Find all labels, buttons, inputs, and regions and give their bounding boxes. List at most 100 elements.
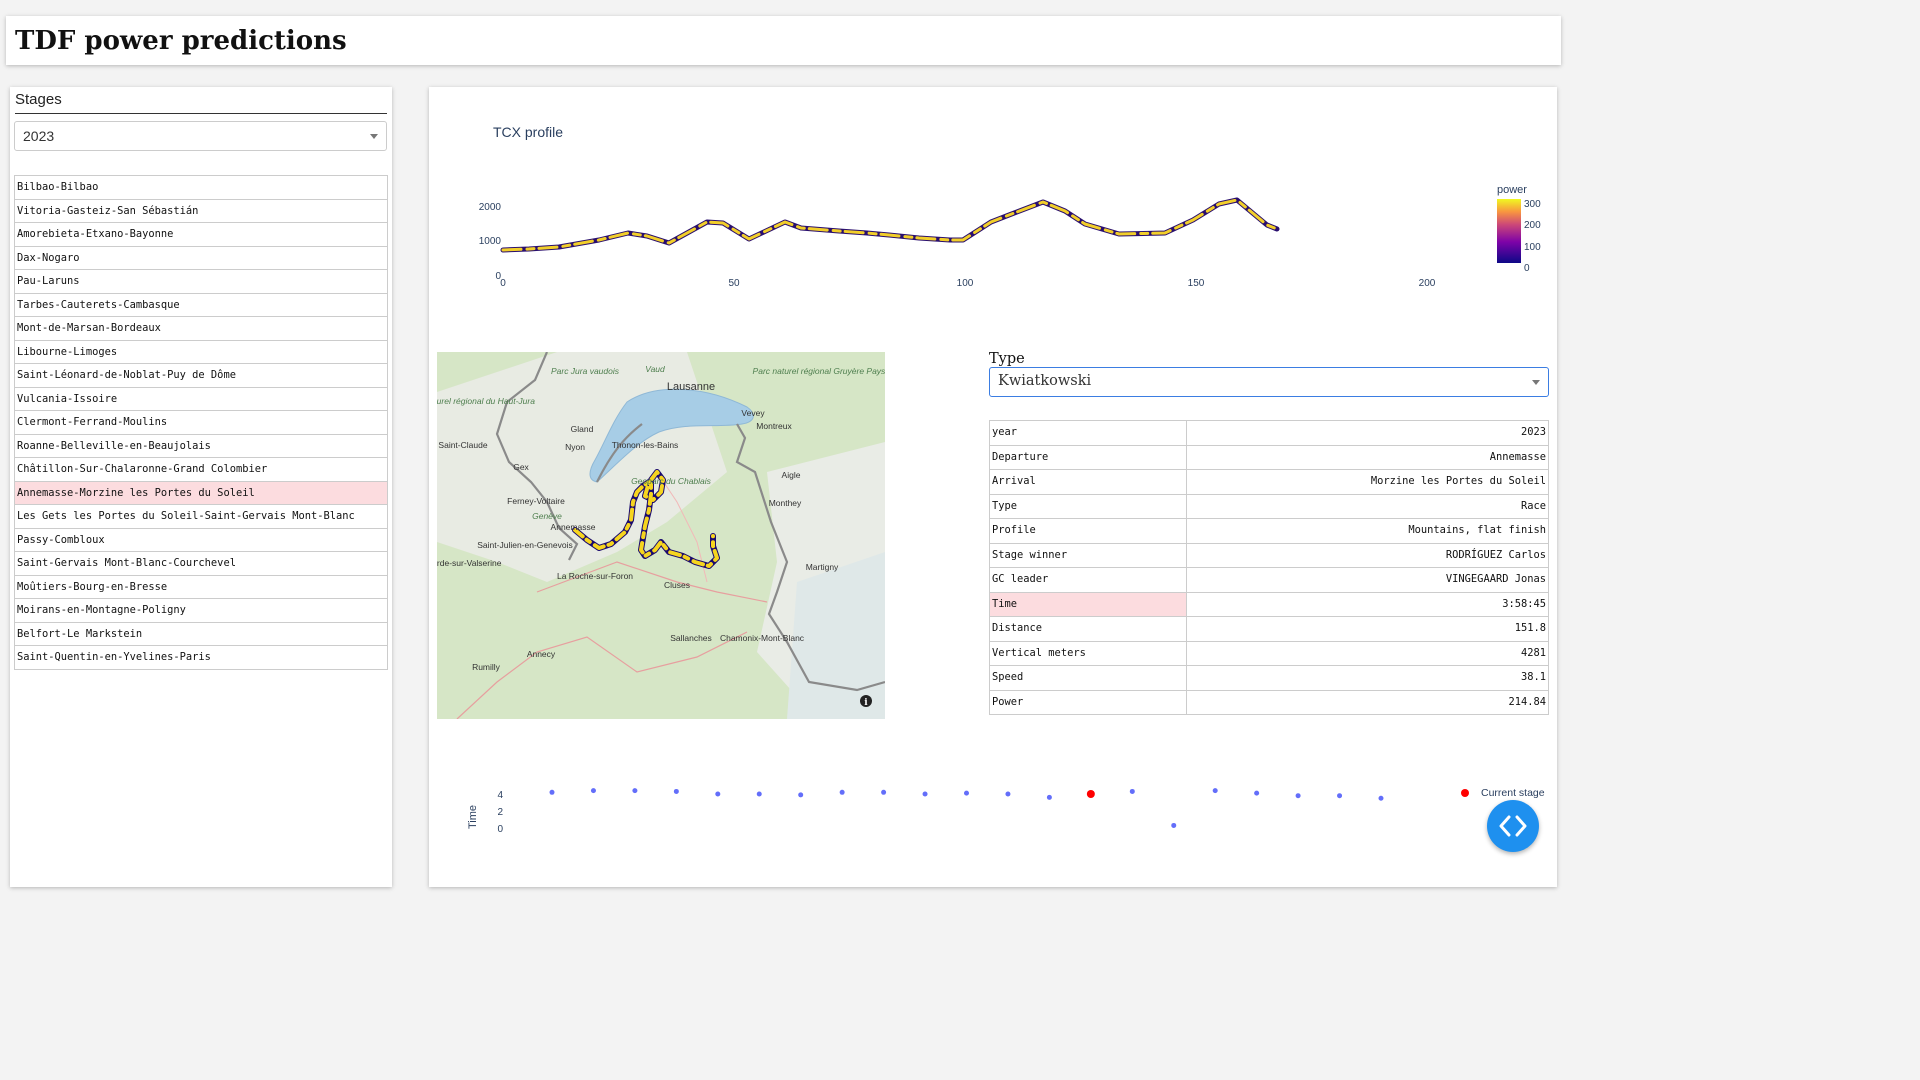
details-row: year 2023	[990, 421, 1548, 446]
chevron-down-icon	[370, 134, 378, 139]
year-dropdown-value: 2023	[23, 128, 55, 144]
map-label: Gex	[513, 462, 529, 472]
stage-time-point[interactable]	[632, 788, 638, 794]
details-value[interactable]: 151.8	[1187, 617, 1548, 641]
colorbar-tick: 100	[1524, 242, 1541, 253]
map-label: Vaud	[645, 364, 665, 374]
stage-time-point[interactable]	[1046, 794, 1052, 800]
stage-time-point[interactable]	[756, 791, 762, 797]
details-value[interactable]: 214.84	[1187, 691, 1548, 715]
stage-list-item[interactable]: Passy-Combloux	[15, 529, 387, 552]
stage-list-item[interactable]: Châtillon-Sur-Chalaronne-Grand Colombier	[15, 458, 387, 482]
stage-list-item[interactable]: Pau-Laruns	[15, 270, 387, 294]
stage-time-point[interactable]	[1129, 788, 1135, 794]
stage-time-point[interactable]	[549, 789, 555, 795]
details-value[interactable]: 3:58:45	[1187, 593, 1548, 617]
details-value[interactable]: 4281	[1187, 642, 1548, 666]
stage-time-point[interactable]	[1295, 793, 1301, 799]
stage-list-item[interactable]: Belfort-Le Markstein	[15, 623, 387, 646]
profile-x-tick: 0	[500, 278, 506, 289]
stage-list-item[interactable]: Dax-Nogaro	[15, 247, 387, 270]
details-value[interactable]: Morzine les Portes du Soleil	[1187, 470, 1548, 494]
stage-time-point[interactable]	[922, 791, 928, 797]
time-y-tick: 0	[497, 824, 503, 835]
app-header: TDF power predictions	[6, 16, 1561, 65]
stage-list-item[interactable]: Vulcania-Issoire	[15, 388, 387, 411]
stage-time-point[interactable]	[1212, 788, 1218, 794]
colorbar-tick: 200	[1524, 220, 1541, 231]
details-row: Distance 151.8	[990, 617, 1548, 642]
map-label: Sallanches	[670, 633, 712, 643]
details-key[interactable]: Speed	[990, 666, 1187, 690]
chevron-down-icon	[1532, 380, 1540, 385]
map-label: Annemasse	[551, 522, 596, 532]
stage-time-point[interactable]	[590, 788, 596, 794]
details-key[interactable]: Departure	[990, 445, 1187, 469]
time-scatter-chart: Time 4 2 0 Current stage	[467, 787, 1545, 835]
colorbar-tick: 300	[1524, 199, 1541, 210]
map-label: Saint-Julien-en-Genevois	[477, 540, 572, 550]
legend-label: Current stage	[1481, 787, 1545, 799]
details-key[interactable]: Stage winner	[990, 543, 1187, 567]
details-key[interactable]: Distance	[990, 617, 1187, 641]
colorbar-title: power	[1497, 184, 1527, 196]
profile-y-tick: 2000	[479, 202, 502, 213]
map-label: Montreux	[756, 421, 792, 431]
details-value[interactable]: 38.1	[1187, 666, 1548, 690]
stage-time-point[interactable]	[1378, 795, 1384, 801]
details-key[interactable]: Power	[990, 690, 1187, 714]
stage-list-item[interactable]: Saint-Quentin-en-Yvelines-Paris	[15, 646, 387, 670]
stage-time-point[interactable]	[839, 789, 845, 795]
details-value[interactable]: Mountains, flat finish	[1187, 519, 1548, 543]
details-key[interactable]: year	[990, 421, 1187, 445]
stage-list-item[interactable]: Tarbes-Cauterets-Cambasque	[15, 294, 387, 317]
stage-list-item[interactable]: Bilbao-Bilbao	[15, 176, 387, 200]
stage-time-point[interactable]	[964, 790, 969, 796]
stage-list-item[interactable]: Libourne-Limoges	[15, 341, 387, 364]
stage-list-item[interactable]: Les Gets les Portes du Soleil-Saint-Gerv…	[15, 505, 387, 529]
stage-list-item[interactable]: Saint-Léonard-de-Noblat-Puy de Dôme	[15, 364, 387, 388]
code-toggle-button[interactable]	[1487, 800, 1539, 852]
stage-list-item[interactable]: Moûtiers-Bourg-en-Bresse	[15, 576, 387, 599]
stage-time-point[interactable]	[1337, 793, 1343, 799]
stage-time-point[interactable]	[798, 792, 804, 798]
stage-list-item[interactable]: Clermont-Ferrand-Moulins	[15, 411, 387, 435]
details-key[interactable]: Type	[990, 494, 1187, 518]
current-stage-point[interactable]	[1086, 790, 1095, 798]
details-key[interactable]: GC leader	[990, 568, 1187, 592]
details-key[interactable]: Arrival	[990, 470, 1187, 494]
stage-time-point[interactable]	[1005, 791, 1011, 797]
stage-list-item[interactable]: Moirans-en-Montagne-Poligny	[15, 599, 387, 623]
stage-time-point[interactable]	[1171, 822, 1177, 828]
profile-y-axis: 200010000	[479, 202, 502, 282]
stage-time-point[interactable]	[715, 791, 721, 797]
details-value[interactable]: RODRÍGUEZ Carlos	[1187, 544, 1548, 568]
stage-time-point[interactable]	[881, 789, 887, 795]
details-value[interactable]: VINGEGAARD Jonas	[1187, 568, 1548, 592]
year-dropdown[interactable]: 2023	[14, 121, 387, 151]
details-key[interactable]: Profile	[990, 519, 1187, 543]
details-row: Departure Annemasse	[990, 445, 1548, 470]
stage-time-point[interactable]	[1254, 790, 1260, 796]
type-dropdown-value: Kwiatkowski	[998, 373, 1092, 389]
profile-line-shadow	[500, 197, 1280, 253]
details-key[interactable]: Vertical meters	[990, 641, 1187, 665]
stage-list-item[interactable]: Annemasse-Morzine les Portes du Soleil	[15, 481, 387, 505]
type-dropdown[interactable]: Kwiatkowski	[989, 367, 1549, 397]
stage-time-point[interactable]	[673, 788, 679, 794]
details-value[interactable]: Race	[1187, 495, 1548, 519]
details-value[interactable]: Annemasse	[1187, 446, 1548, 470]
stage-list-item[interactable]: Roanne-Belleville-en-Beaujolais	[15, 435, 387, 458]
stage-list-item[interactable]: Vitoria-Gasteiz-San Sébastián	[15, 200, 387, 223]
page-title: TDF power predictions	[15, 26, 347, 56]
map-label: La Roche-sur-Foron	[557, 571, 633, 581]
stage-list-item[interactable]: Amorebieta-Etxano-Bayonne	[15, 223, 387, 247]
stage-list-item[interactable]: Mont-de-Marsan-Bordeaux	[15, 317, 387, 341]
details-value[interactable]: 2023	[1187, 421, 1548, 445]
route-map[interactable]: Parc Jura vaudois VaudLausanne Parc nature…	[437, 352, 885, 719]
profile-chart-title: TCX profile	[493, 124, 564, 140]
map-label: Martigny	[806, 562, 839, 572]
map-label: Chamonix-Mont-Blanc	[720, 633, 805, 643]
stage-list-item[interactable]: Saint-Gervais Mont-Blanc-Courchevel	[15, 552, 387, 576]
details-key[interactable]: Time	[990, 592, 1187, 616]
